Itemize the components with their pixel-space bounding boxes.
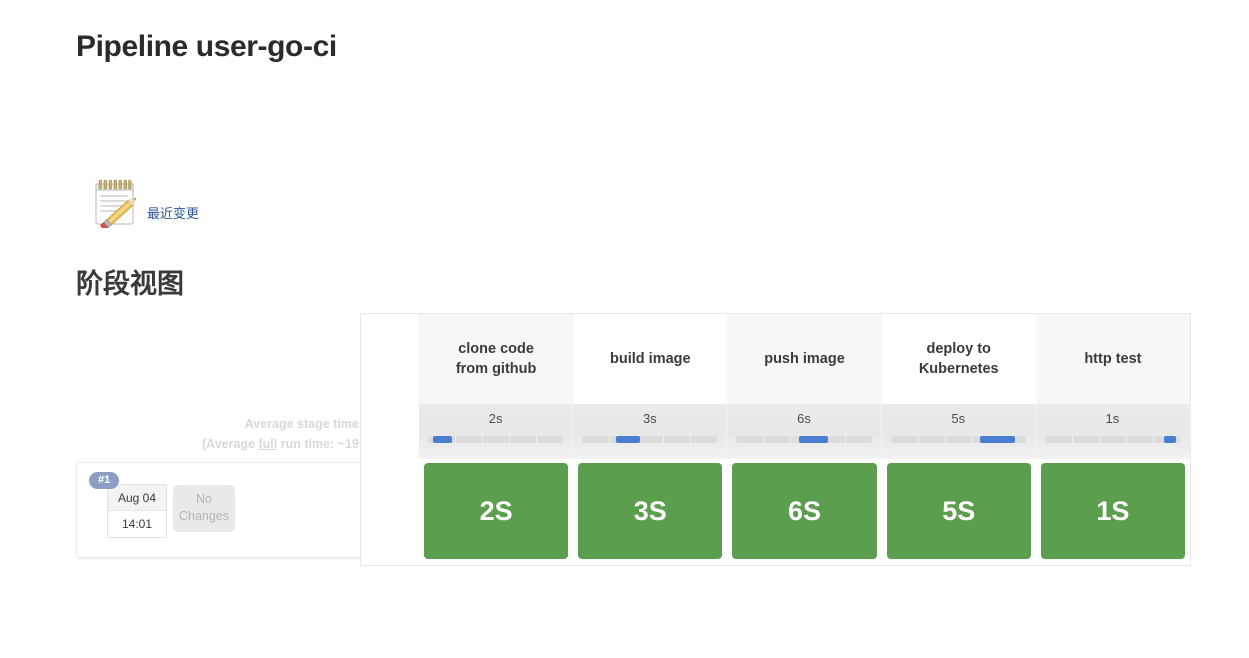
stage-header-line1: deploy to xyxy=(926,341,991,357)
bar-tick xyxy=(609,436,611,443)
stage-duration-bar xyxy=(890,436,1026,443)
stage-results-gutter xyxy=(361,459,419,565)
stage-result-box[interactable]: 5S xyxy=(886,463,1031,559)
stage-result-box[interactable]: 1S xyxy=(1040,463,1186,559)
stage-average-2: 3s xyxy=(573,404,728,459)
bar-tick xyxy=(1098,436,1100,443)
stage-header-1: clone code from github xyxy=(419,314,574,404)
stage-average-time: 5s xyxy=(951,411,966,426)
bar-fill xyxy=(433,436,453,443)
stage-duration-bar xyxy=(736,436,872,443)
average-stage-times-label: Average stage times: xyxy=(244,417,370,431)
notepad-pencil-icon xyxy=(90,176,146,231)
avg-line2-prefix: (Average xyxy=(201,437,259,451)
stage-cell-3: 6S xyxy=(727,459,882,565)
bar-tick xyxy=(1071,436,1073,443)
stage-cell-2: 3S xyxy=(573,459,728,565)
bar-fill xyxy=(616,436,641,443)
stage-view-heading: 阶段视图 xyxy=(76,269,184,299)
bar-fill xyxy=(1163,436,1176,443)
bar-tick xyxy=(971,436,973,443)
build-number-badge[interactable]: #1 xyxy=(89,472,120,489)
stage-average-time: 3s xyxy=(642,411,657,426)
stage-header-line1: http test xyxy=(1084,351,1142,367)
stage-average-4: 5s xyxy=(881,404,1036,459)
stage-header-label: deploy to Kubernetes xyxy=(919,339,999,379)
bar-tick xyxy=(790,436,792,443)
bar-fill xyxy=(979,436,1015,443)
stage-header-gutter xyxy=(361,314,419,404)
bar-tick xyxy=(455,436,457,443)
stage-header-line2: Kubernetes xyxy=(918,361,999,377)
build-date: Aug 04 xyxy=(108,485,166,511)
bar-tick xyxy=(917,436,919,443)
stage-header-label: push image xyxy=(764,349,845,369)
stage-result-box[interactable]: 6S xyxy=(732,463,877,559)
avg-line2-underlined: full xyxy=(258,437,278,451)
stage-average-time: 2s xyxy=(488,411,503,426)
stage-header-label: http test xyxy=(1084,349,1141,369)
stage-header-line1: clone code xyxy=(458,341,534,357)
build-changes-box[interactable]: No Changes xyxy=(173,485,235,532)
stage-cell-5: 1S xyxy=(1035,459,1191,565)
page-title: Pipeline user-go-ci xyxy=(76,30,337,63)
stage-header-4: deploy to Kubernetes xyxy=(881,314,1036,404)
stage-duration-bar xyxy=(428,436,564,443)
stage-cell-1: 2S xyxy=(419,459,574,565)
stage-header-line2: from github xyxy=(455,361,537,377)
stage-average-time: 6s xyxy=(797,411,811,426)
bar-tick xyxy=(536,436,538,443)
stage-header-label: build image xyxy=(610,349,691,369)
bar-tick xyxy=(1152,436,1154,443)
stage-duration-bar xyxy=(1044,436,1181,443)
average-times-label: Average stage times: (Average full run t… xyxy=(60,414,370,454)
stage-header-5: http test xyxy=(1035,314,1191,404)
stage-header-line1: push image xyxy=(764,351,845,367)
build-datetime[interactable]: Aug 04 14:01 xyxy=(107,484,167,538)
bar-tick xyxy=(1125,436,1127,443)
bar-tick xyxy=(763,436,765,443)
stage-view-table: clone code from github build image push ima… xyxy=(360,313,1191,566)
stage-header-2: build image xyxy=(573,314,728,404)
stage-duration-bar xyxy=(582,436,718,443)
stage-average-row: 2s 3s 6s 5s 1s xyxy=(361,404,1191,459)
stage-average-1: 2s xyxy=(419,404,574,459)
build-row[interactable]: #1 Aug 04 14:01 No Changes xyxy=(76,462,376,558)
recent-changes-link[interactable]: 最近变更 xyxy=(90,176,200,231)
stage-average-time: 1s xyxy=(1105,411,1120,426)
build-time: 14:01 xyxy=(108,511,166,537)
stage-result-box[interactable]: 3S xyxy=(578,463,723,559)
stage-results-row: 2S 3S 6S 5S 1S xyxy=(361,459,1191,565)
bar-fill xyxy=(798,436,829,443)
bar-tick xyxy=(690,436,692,443)
recent-changes-label: 最近变更 xyxy=(147,206,200,221)
stage-average-3: 6s xyxy=(727,404,882,459)
stage-header-label: clone code from github xyxy=(456,339,537,379)
bar-tick xyxy=(944,436,946,443)
bar-tick xyxy=(663,436,665,443)
bar-tick xyxy=(482,436,484,443)
stage-average-gutter xyxy=(361,404,419,459)
stage-header-3: push image xyxy=(727,314,882,404)
stage-header-line1: build image xyxy=(610,351,691,367)
bar-tick xyxy=(509,436,511,443)
stage-average-5: 1s xyxy=(1035,404,1191,459)
stage-cell-4: 5S xyxy=(881,459,1036,565)
bar-tick xyxy=(844,436,846,443)
average-full-run-time-label: (Average full run time: ~19s) xyxy=(60,434,370,454)
stage-header-row: clone code from github build image push ima… xyxy=(361,314,1191,404)
avg-line2-suffix: run time: ~19s) xyxy=(277,437,370,451)
stage-result-box[interactable]: 2S xyxy=(424,463,569,559)
